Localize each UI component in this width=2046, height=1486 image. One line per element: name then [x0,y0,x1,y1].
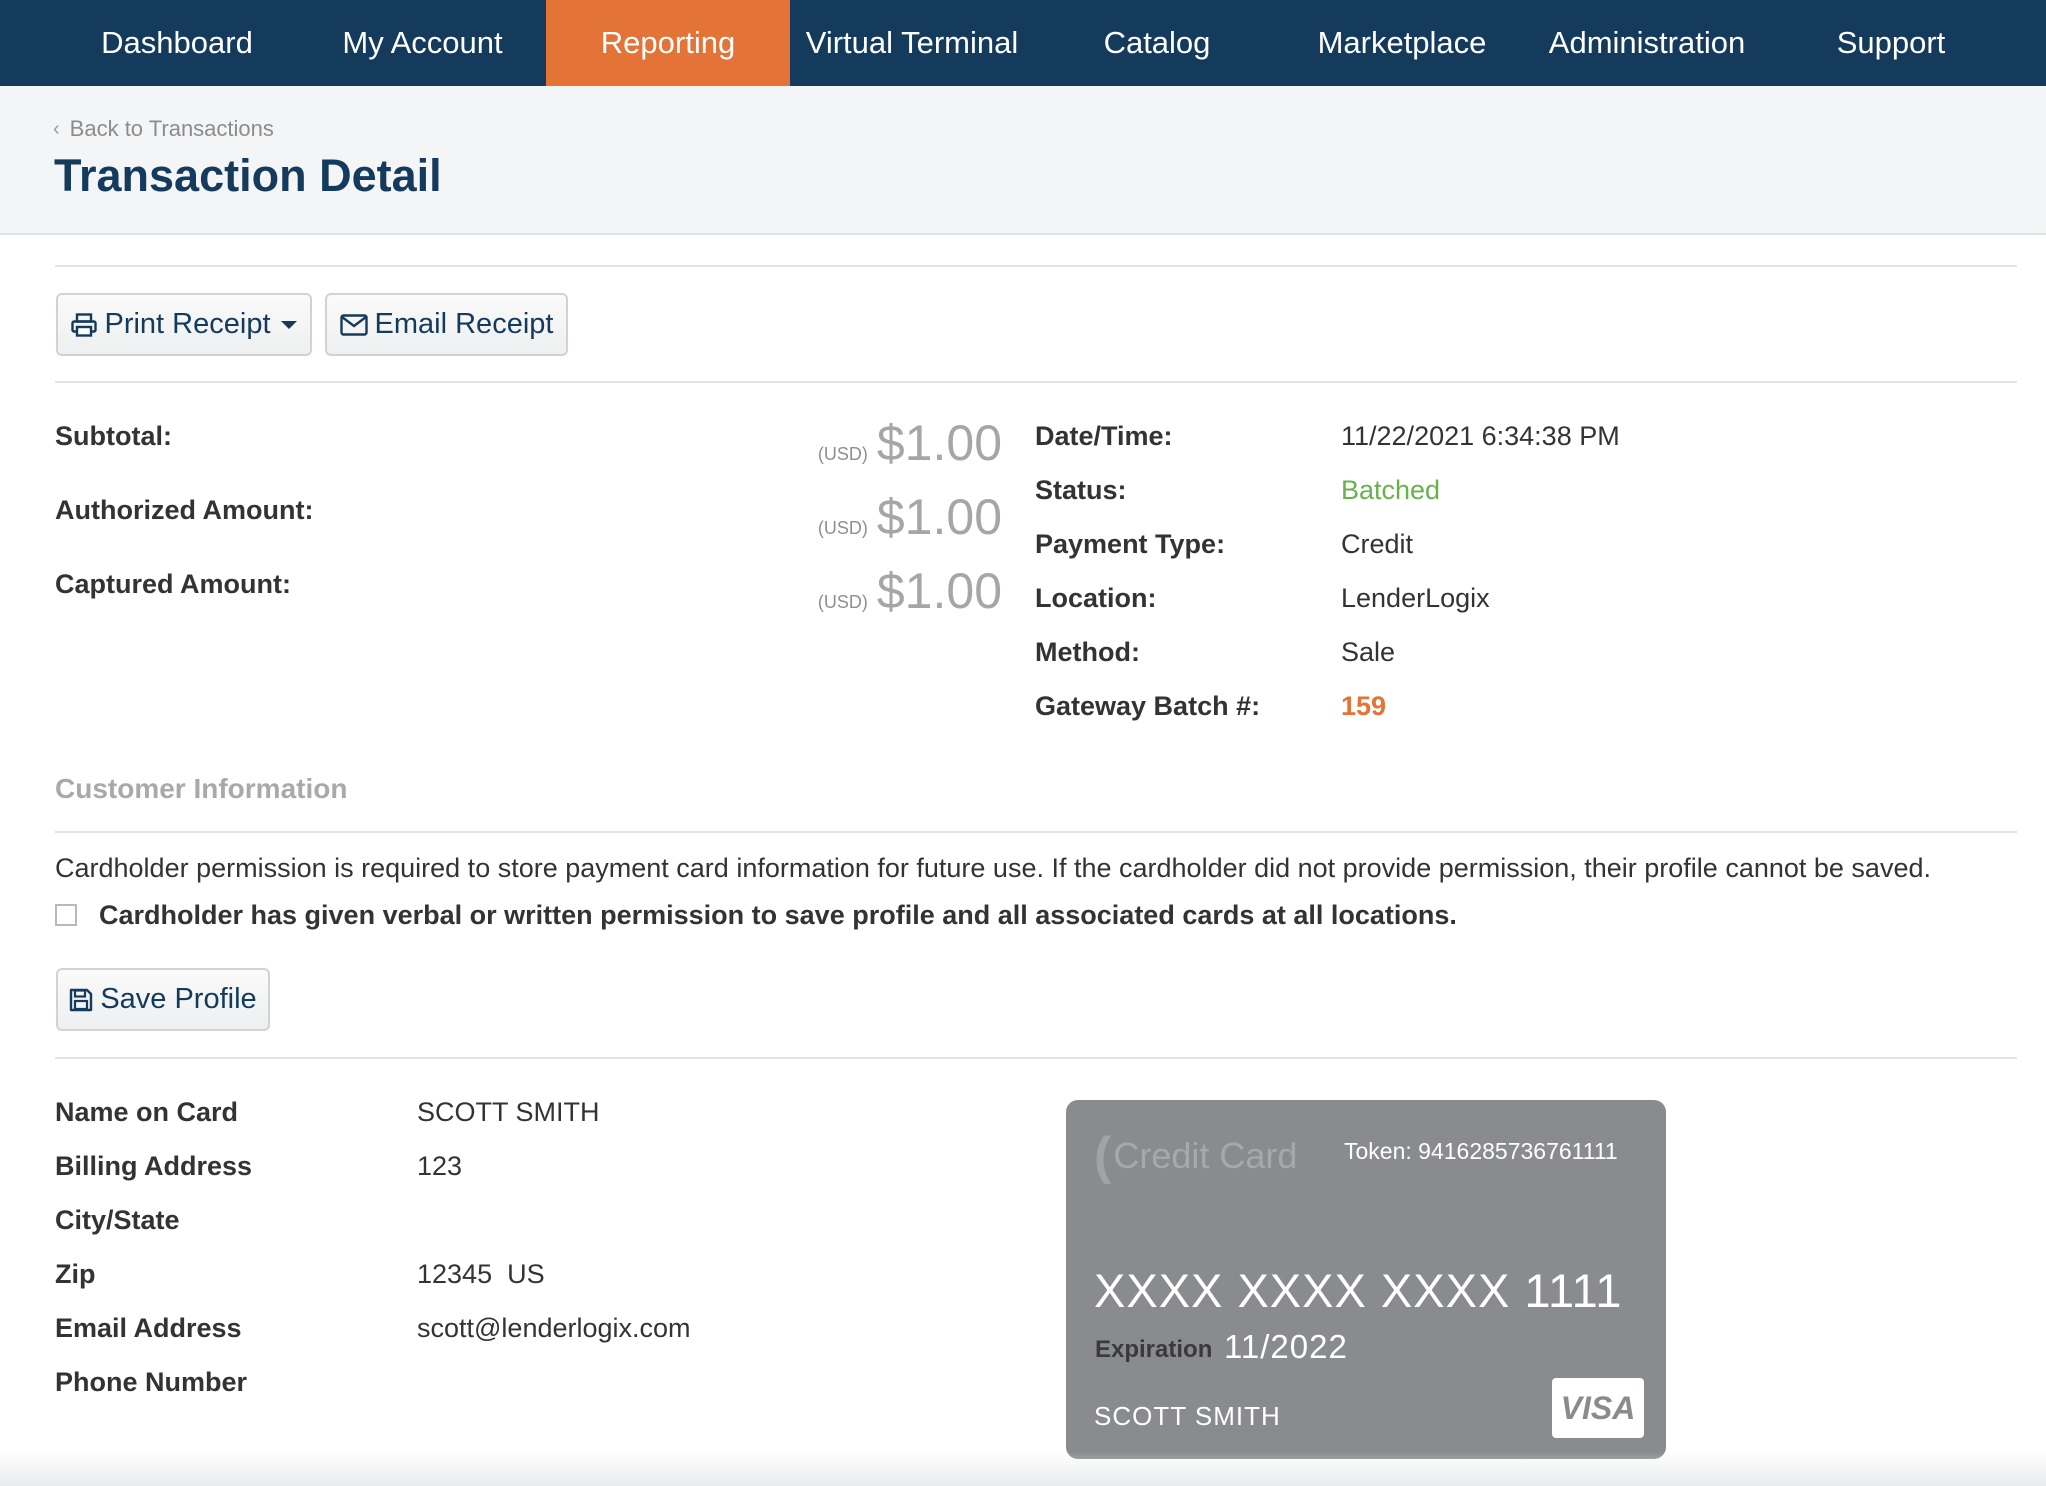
save-profile-button[interactable]: Save Profile [56,968,270,1031]
billing-address-value: 123 [417,1151,463,1181]
email-address-value: scott@lenderlogix.com [417,1313,691,1343]
location-label: Location: [1035,583,1157,613]
currency-code: (USD) [817,444,868,464]
permission-notice: Cardholder permission is required to sto… [55,853,1931,883]
billing-address-label: Billing Address [55,1151,253,1181]
back-link-label: Back to Transactions [69,116,274,141]
save-profile-label: Save Profile [100,983,257,1015]
nav-item-marketplace[interactable]: Marketplace [1290,0,1514,86]
currency-code: (USD) [817,592,868,612]
permission-checkbox-label[interactable]: Cardholder has given verbal or written p… [99,900,1457,931]
amount-value: $1.00 [876,415,1002,471]
city-state-label: City/State [55,1205,180,1235]
name-on-card-value: SCOTT SMITH [417,1097,600,1127]
credit-card-graphic: ( Credit Card Token: 9416285736761111 XX… [1066,1100,1666,1459]
captured-amount: (USD) $1.00 [818,562,1002,620]
envelope-icon [339,313,368,336]
payment-type-label: Payment Type: [1035,529,1226,559]
print-receipt-label: Print Receipt [104,308,271,340]
nav-item-reporting[interactable]: Reporting [546,0,790,86]
subtotal-amount: (USD) $1.00 [818,414,1002,472]
email-receipt-button[interactable]: Email Receipt [325,293,568,356]
back-to-transactions-link[interactable]: ‹ Back to Transactions [53,116,274,142]
bottom-fade [0,1452,2046,1486]
chevron-left-icon: ‹ [53,117,60,140]
status-value: Batched [1341,475,1441,505]
customer-information-heading: Customer Information [55,773,348,804]
payment-type-value: Credit [1341,529,1414,559]
datetime-value: 11/22/2021 6:34:38 PM [1341,421,1620,451]
amount-value: $1.00 [876,489,1002,545]
authorized-amount: (USD) $1.00 [818,488,1002,546]
amount-value: $1.00 [876,563,1002,619]
zip-value: 12345 US [417,1259,545,1289]
currency-code: (USD) [817,518,868,538]
permission-checkbox[interactable] [55,904,77,926]
phone-number-label: Phone Number [55,1367,248,1397]
page-header: ‹ Back to Transactions Transaction Detai… [0,86,2046,235]
nav-item-support[interactable]: Support [1790,0,1992,86]
authorized-amount-label: Authorized Amount: [55,495,314,525]
floppy-disk-icon [70,988,93,1011]
gateway-batch-link[interactable]: 159 [1341,691,1386,722]
visa-logo: VISA [1552,1378,1644,1438]
caret-down-icon [280,320,297,329]
nav-item-my-account[interactable]: My Account [324,0,521,86]
divider [55,381,2017,383]
card-expiration-label: Expiration [1095,1336,1213,1363]
captured-amount-label: Captured Amount: [55,569,291,599]
email-receipt-label: Email Receipt [374,308,554,340]
card-expiration-value: 11/2022 [1224,1328,1348,1365]
zip-label: Zip [55,1259,96,1289]
credit-card-logo: ( Credit Card [1094,1130,1297,1182]
nav-item-dashboard[interactable]: Dashboard [68,0,286,86]
top-navigation: Dashboard My Account Reporting Virtual T… [0,0,2046,86]
printer-icon [71,312,98,337]
location-value: LenderLogix [1341,583,1490,613]
divider [55,1057,2017,1059]
print-receipt-button[interactable]: Print Receipt [56,293,312,356]
divider [55,265,2017,267]
card-swoosh-icon: ( [1094,1127,1112,1185]
card-number: XXXX XXXX XXXX 1111 [1094,1264,1623,1317]
name-on-card-label: Name on Card [55,1097,239,1127]
nav-item-administration[interactable]: Administration [1532,0,1762,86]
gateway-batch-label: Gateway Batch #: [1035,691,1261,721]
method-label: Method: [1035,637,1140,667]
email-address-label: Email Address [55,1313,242,1343]
status-label: Status: [1035,475,1127,505]
divider [55,831,2017,833]
datetime-label: Date/Time: [1035,421,1173,451]
method-value: Sale [1341,637,1396,667]
nav-item-catalog[interactable]: Catalog [1050,0,1264,86]
subtotal-label: Subtotal: [55,421,172,451]
card-holder-name: SCOTT SMITH [1094,1401,1281,1431]
card-token: Token: 9416285736761111 [1344,1138,1618,1164]
nav-item-virtual-terminal[interactable]: Virtual Terminal [790,0,1034,86]
card-logo-text: Credit Card [1113,1135,1298,1176]
page-title: Transaction Detail [54,150,442,201]
